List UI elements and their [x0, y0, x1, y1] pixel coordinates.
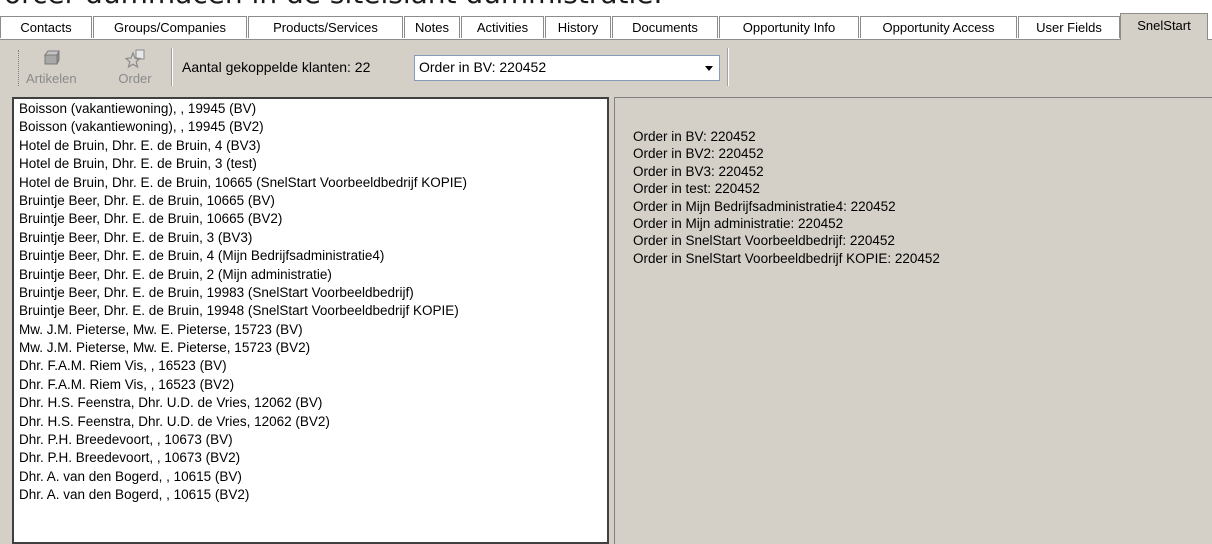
order-info-line: Order in test: 220452: [633, 181, 760, 197]
artikelen-label: Artikelen: [26, 71, 77, 86]
order-info-line: Order in Mijn administratie: 220452: [633, 215, 844, 231]
order-label: Order: [118, 71, 152, 86]
customer-list-item[interactable]: Hotel de Bruin, Dhr. E. de Bruin, 4 (BV3…: [14, 137, 607, 155]
customer-list-item[interactable]: Boisson (vakantiewoning), , 19945 (BV): [14, 100, 607, 118]
toolbar: Artikelen Order Aantal gekoppelde klante…: [0, 40, 1212, 96]
toolbar-grip[interactable]: [18, 50, 21, 86]
customer-list-item[interactable]: Mw. J.M. Pieterse, Mw. E. Pieterse, 1572…: [14, 321, 607, 339]
customer-list-item[interactable]: Bruintje Beer, Dhr. E. de Bruin, 4 (Mijn…: [14, 247, 607, 265]
customer-list-item[interactable]: Bruintje Beer, Dhr. E. de Bruin, 2 (Mijn…: [14, 266, 607, 284]
articles-icon: [44, 50, 60, 65]
tab-groups-companies[interactable]: Groups/Companies: [93, 16, 247, 38]
customer-list-item[interactable]: Bruintje Beer, Dhr. E. de Bruin, 19948 (…: [14, 302, 607, 320]
order-star-icon: [124, 49, 145, 69]
customer-list-item[interactable]: Bruintje Beer, Dhr. E. de Bruin, 3 (BV3): [14, 229, 607, 247]
toolbar-separator: [171, 48, 173, 86]
order-info-line: Order in BV2: 220452: [633, 146, 764, 162]
tab-contacts[interactable]: Contacts: [0, 16, 92, 38]
customer-list-item[interactable]: Dhr. A. van den Bogerd, , 10615 (BV): [14, 468, 607, 486]
order-details-panel: Order in BV: 220452 Order in BV2: 220452 O…: [614, 97, 1212, 544]
order-info-line: Order in Mijn Bedrijfsadministratie4: 22…: [633, 198, 896, 214]
customer-list-item[interactable]: Dhr. A. van den Bogerd, , 10615 (BV2): [14, 486, 607, 504]
tab-snelstart[interactable]: SnelStart: [1120, 13, 1208, 40]
tab-bar: Contacts Groups/Companies Products/Servi…: [0, 12, 1212, 40]
order-button[interactable]: Order: [110, 46, 160, 92]
tab-opportunity-info[interactable]: Opportunity Info: [719, 16, 859, 38]
customer-list-item[interactable]: Bruintje Beer, Dhr. E. de Bruin, 10665 (…: [14, 192, 607, 210]
customer-list-item[interactable]: Dhr. H.S. Feenstra, Dhr. U.D. de Vries, …: [14, 413, 607, 431]
tab-opportunity-access[interactable]: Opportunity Access: [860, 16, 1017, 38]
tab-activities[interactable]: Activities: [461, 16, 544, 38]
order-info-line: Order in SnelStart Voorbeeldbedrijf KOPI…: [633, 250, 940, 266]
toolbar-separator-right: [727, 48, 729, 86]
order-select-value: Order in BV: 220452: [419, 59, 547, 75]
customer-list-item[interactable]: Dhr. P.H. Breedevoort, , 10673 (BV): [14, 431, 607, 449]
snelstart-window: Contacts Groups/Companies Products/Servi…: [0, 12, 1212, 544]
chevron-down-icon[interactable]: [705, 66, 713, 71]
tab-user-fields[interactable]: User Fields: [1018, 16, 1120, 38]
order-info-line: Order in BV3: 220452: [633, 163, 764, 179]
tab-history[interactable]: History: [545, 16, 611, 38]
tab-notes[interactable]: Notes: [404, 16, 460, 38]
customer-list-item[interactable]: Hotel de Bruin, Dhr. E. de Bruin, 3 (tes…: [14, 155, 607, 173]
customer-list-item[interactable]: Bruintje Beer, Dhr. E. de Bruin, 19983 (…: [14, 284, 607, 302]
customer-list-item[interactable]: Dhr. H.S. Feenstra, Dhr. U.D. de Vries, …: [14, 394, 607, 412]
customer-list-item[interactable]: Boisson (vakantiewoning), , 19945 (BV2): [14, 118, 607, 136]
customer-list-item[interactable]: Dhr. P.H. Breedevoort, , 10673 (BV2): [14, 449, 607, 467]
order-select[interactable]: Order in BV: 220452: [414, 55, 720, 81]
customer-list-item[interactable]: Dhr. F.A.M. Riem Vis, , 16523 (BV2): [14, 376, 607, 394]
customer-list-item[interactable]: Mw. J.M. Pieterse, Mw. E. Pieterse, 1572…: [14, 339, 607, 357]
customer-list-item[interactable]: Bruintje Beer, Dhr. E. de Bruin, 10665 (…: [14, 210, 607, 228]
tab-products-services[interactable]: Products/Services: [248, 16, 403, 38]
linked-customers-list[interactable]: Boisson (vakantiewoning), , 19945 (BV) Bo…: [12, 97, 609, 544]
tab-documents[interactable]: Documents: [612, 16, 718, 38]
customer-list-item[interactable]: Hotel de Bruin, Dhr. E. de Bruin, 10665 …: [14, 174, 607, 192]
customer-list-item[interactable]: Dhr. F.A.M. Riem Vis, , 16523 (BV): [14, 357, 607, 375]
linked-customers-count: Aantal gekoppelde klanten: 22: [182, 59, 371, 75]
order-info-line: Order in SnelStart Voorbeeldbedrijf: 220…: [633, 233, 895, 249]
order-info-line: Order in BV: 220452: [633, 129, 756, 144]
artikelen-button[interactable]: Artikelen: [26, 46, 77, 92]
